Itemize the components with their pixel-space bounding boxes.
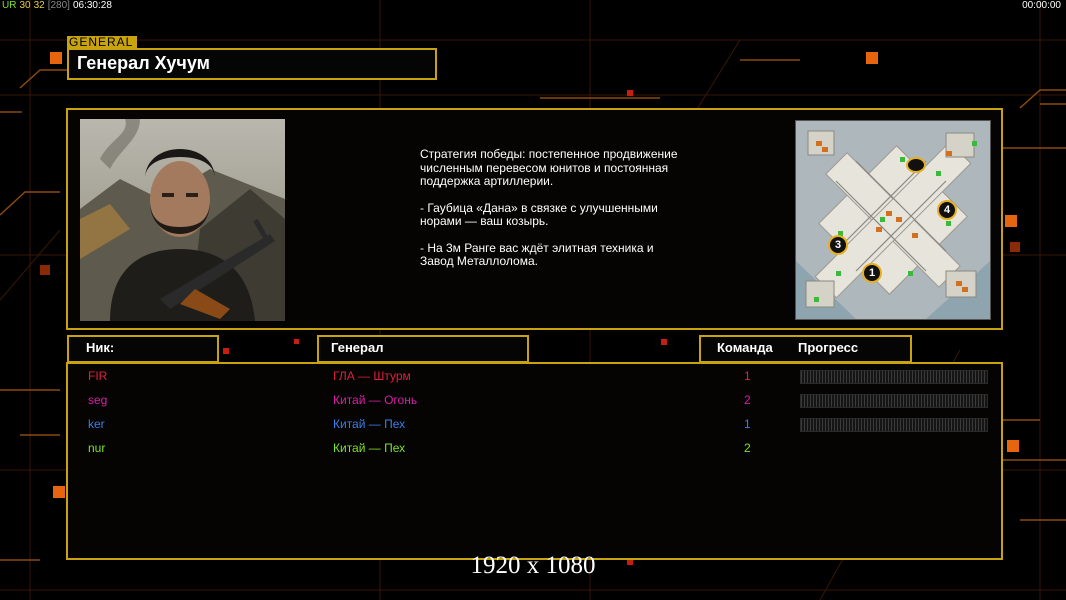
- minimap: 4 3 1: [795, 120, 991, 320]
- strategy-line-1: Стратегия победы: постепенное продвижени…: [420, 147, 678, 188]
- player-team: 1: [744, 369, 751, 383]
- player-team: 1: [744, 417, 751, 431]
- map-marker-3: 3: [828, 235, 848, 255]
- hud-clock: 06:30:28: [72, 0, 112, 11]
- general-name: Генерал Хучум: [77, 53, 210, 73]
- hud-stats: UR 30 32 [280] 06:30:28: [2, 0, 115, 11]
- header-general: Генерал: [317, 335, 529, 363]
- resolution-label: 1920 x 1080: [470, 552, 596, 579]
- player-row: ker Китай — Пех 1: [68, 414, 1001, 434]
- general-portrait: [80, 119, 285, 321]
- player-nick: FIR: [88, 369, 108, 383]
- player-team: 2: [744, 393, 751, 407]
- player-progress-bar: [800, 370, 988, 384]
- general-tag-label: GENERAL: [69, 35, 134, 49]
- strategy-line-3: - На 3м Ранге вас ждёт элитная техника и…: [420, 240, 654, 268]
- header-nick-label: Ник:: [86, 340, 115, 355]
- strategy-text: Стратегия победы: постепенное продвижени…: [420, 147, 680, 282]
- header-nick: Ник:: [67, 335, 219, 363]
- player-general: Китай — Пех: [333, 417, 406, 431]
- player-general: Китай — Пех: [333, 441, 406, 455]
- general-info-panel: Стратегия победы: постепенное продвижени…: [66, 108, 1003, 330]
- header-team-progress: Команда Прогресс: [699, 335, 912, 363]
- player-row: seg Китай — Огонь 2: [68, 390, 1001, 410]
- player-progress-bar: [800, 394, 988, 408]
- stat-a: 30: [19, 0, 31, 11]
- timer-text: 00:00:00: [1022, 0, 1061, 11]
- player-row: nur Китай — Пех 2: [68, 438, 1001, 458]
- stat-b: 32: [33, 0, 45, 11]
- general-title-box: Генерал Хучум: [67, 48, 437, 80]
- strategy-line-2: - Гаубица «Дана» в связке с улучшенными …: [420, 200, 658, 228]
- header-team-label: Команда: [717, 340, 773, 355]
- player-row: FIR ГЛА — Штурм 1: [68, 366, 1001, 386]
- player-nick: seg: [88, 393, 108, 407]
- player-team: 2: [744, 441, 751, 455]
- general-tag: GENERAL: [67, 35, 137, 49]
- hud-timer: 00:00:00: [1022, 0, 1064, 11]
- ur-label: UR: [2, 0, 17, 11]
- map-marker-1: 1: [862, 263, 882, 283]
- map-marker-4: 4: [937, 200, 957, 220]
- header-general-label: Генерал: [331, 340, 384, 355]
- player-general: Китай — Огонь: [333, 393, 418, 407]
- player-progress-bar: [800, 418, 988, 432]
- stat-c: [280]: [47, 0, 70, 11]
- player-general: ГЛА — Штурм: [333, 369, 411, 383]
- player-nick: nur: [88, 441, 106, 455]
- header-progress-label: Прогресс: [798, 340, 859, 355]
- players-panel: FIR ГЛА — Штурм 1 seg Китай — Огонь 2 ke…: [66, 362, 1003, 560]
- player-nick: ker: [88, 417, 105, 431]
